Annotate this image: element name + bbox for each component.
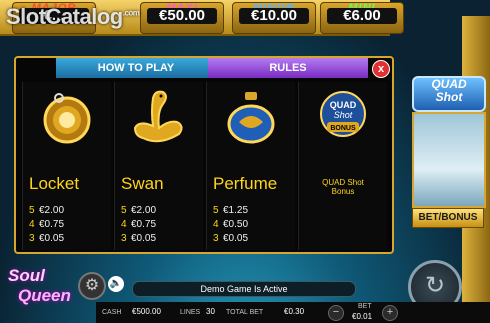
close-button[interactable]: x — [372, 60, 390, 78]
quad-shot-display — [412, 112, 486, 208]
quad-shot-logo: QUAD Shot — [412, 76, 486, 112]
bet-label: BET — [358, 303, 372, 310]
lines-value: 30 — [206, 307, 215, 316]
cash-value: €500.00 — [132, 307, 161, 316]
jackpot-maxi-value: €50.00 — [147, 8, 217, 24]
tab-rules[interactable]: RULES — [208, 58, 368, 78]
symbol-name: Swan — [121, 174, 164, 193]
total-bet-value: €0.30 — [284, 307, 305, 316]
svg-text:Shot: Shot — [334, 110, 353, 120]
bet-decrease-button[interactable]: − — [328, 305, 344, 321]
svg-text:BONUS: BONUS — [330, 125, 356, 132]
bet-increase-button[interactable]: + — [382, 305, 398, 321]
info-bar: CASH €500.00 LINES 30 TOTAL BET €0.30 − … — [96, 302, 490, 323]
symbol-column-swan: Swan 5 €2.00 4 €0.75 3 €0.05 — [114, 82, 203, 250]
watermark: SlotCatalog.com — [6, 4, 140, 29]
bet-bonus-button[interactable]: BET/BONUS — [412, 208, 484, 228]
jackpot-minor: MINOR €10.00 — [232, 2, 316, 34]
bet-value: €0.01 — [352, 312, 373, 321]
locket-icon — [39, 90, 95, 151]
svg-text:QUAD: QUAD — [330, 100, 357, 110]
total-bet-label: TOTAL BET — [226, 309, 264, 316]
swan-icon — [129, 90, 189, 151]
cash-label: CASH — [102, 309, 122, 316]
gear-icon[interactable]: ⚙ — [78, 272, 106, 300]
game-logo: Soul Queen — [8, 266, 71, 305]
status-message: Demo Game Is Active — [132, 281, 356, 297]
symbol-pays: 5 €1.25 4 €0.50 3 €0.05 — [213, 205, 249, 244]
lines-label: LINES — [180, 309, 201, 316]
sound-icon[interactable]: 🔈 — [108, 276, 124, 292]
symbol-pays: 5 €2.00 4 €0.75 3 €0.05 — [121, 205, 157, 244]
symbol-column-locket: Locket 5 €2.00 4 €0.75 3 €0.05 — [22, 82, 111, 250]
perfume-icon — [223, 90, 279, 151]
symbol-name: Perfume — [213, 174, 278, 193]
jackpot-mini-value: €6.00 — [327, 8, 397, 24]
symbol-column-perfume: Perfume 5 €1.25 4 €0.50 3 €0.05 — [206, 82, 295, 250]
jackpot-maxi: MAXI €50.00 — [140, 2, 224, 34]
symbol-pays: 5 €2.00 4 €0.75 3 €0.05 — [29, 205, 65, 244]
bonus-description: QUAD Shot Bonus — [322, 178, 364, 196]
tab-how-to-play[interactable]: HOW TO PLAY — [56, 58, 216, 78]
paytable-dialog: HOW TO PLAY RULES x Locket 5 €2.00 4 €0.75… — [14, 56, 394, 254]
jackpot-mini: MINI €6.00 — [320, 2, 404, 34]
symbol-column-bonus: QUAD Shot BONUS QUAD Shot Bonus — [298, 82, 387, 250]
quad-shot-bonus-icon: QUAD Shot BONUS — [319, 90, 367, 145]
symbol-name: Locket — [29, 174, 80, 193]
jackpot-minor-value: €10.00 — [239, 8, 309, 24]
